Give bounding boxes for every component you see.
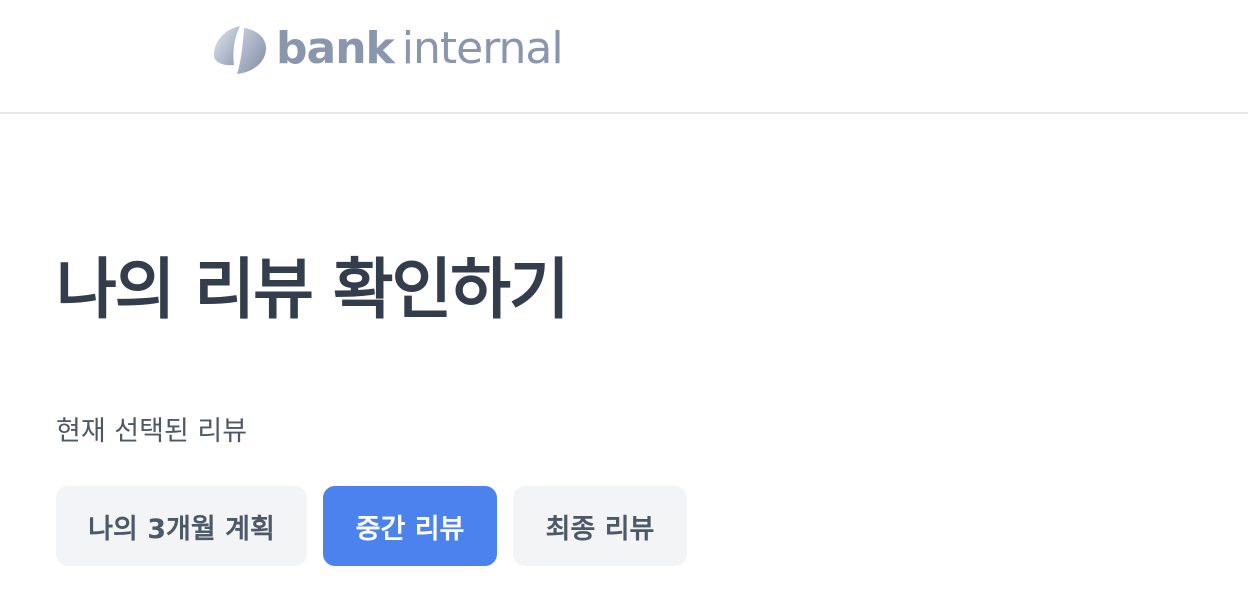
brand-logo[interactable]: bank internal xyxy=(210,20,564,78)
three-month-plan-button[interactable]: 나의 3개월 계획 xyxy=(56,486,307,566)
logo-text-internal: internal xyxy=(401,23,564,74)
logo-text-bank: bank xyxy=(276,23,395,74)
review-selector: 나의 3개월 계획 중간 리뷰 최종 리뷰 xyxy=(56,486,687,566)
bank-internal-logo-icon xyxy=(210,22,268,76)
selected-review-label: 현재 선택된 리뷰 xyxy=(56,416,248,447)
logo-wordmark: bank internal xyxy=(276,27,564,71)
top-header: bank internal xyxy=(0,0,1248,114)
midterm-review-button[interactable]: 중간 리뷰 xyxy=(323,486,497,566)
page-title: 나의 리뷰 확인하기 xyxy=(56,251,570,328)
final-review-button[interactable]: 최종 리뷰 xyxy=(513,486,687,566)
